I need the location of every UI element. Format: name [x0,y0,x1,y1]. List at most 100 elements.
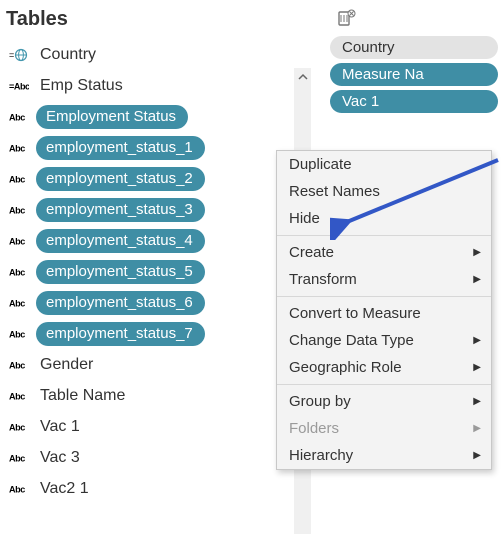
svg-text:Abc: Abc [9,391,25,401]
submenu-arrow-icon: ▶ [473,274,481,285]
abc-icon: Abc [8,295,30,311]
svg-text:Abc: Abc [9,143,25,153]
menu-item-reset-names[interactable]: Reset Names [277,178,491,205]
field-row[interactable]: Abc Vac 1 [6,411,286,442]
field-row[interactable]: =Abc Emp Status [6,70,286,101]
field-row[interactable]: Abc employment_status_2 [6,163,286,194]
shelf-pill[interactable]: Country [330,36,498,59]
menu-item-label: Convert to Measure [289,305,421,322]
field-row[interactable]: Abc Employment Status [6,101,286,132]
shelf: Country Measure Na Vac 1 [330,36,498,117]
field-list: = Country =Abc Emp Status Abc Employment Stat… [6,39,286,504]
menu-item-create[interactable]: Create ▶ [277,239,491,266]
abc-icon: =Abc [8,78,30,94]
svg-text:Abc: Abc [9,329,25,339]
svg-text:Abc: Abc [9,205,25,215]
menu-separator [277,235,491,236]
menu-item-label: Change Data Type [289,332,414,349]
submenu-arrow-icon: ▶ [473,396,481,407]
menu-item-change-data-type[interactable]: Change Data Type ▶ [277,327,491,354]
field-label: Gender [36,356,93,374]
field-label: employment_status_3 [36,198,205,222]
menu-item-label: Hide [289,210,320,227]
field-row[interactable]: = Country [6,39,286,70]
svg-text:Abc: Abc [9,453,25,463]
field-row[interactable]: Abc employment_status_1 [6,132,286,163]
menu-item-geographic-role[interactable]: Geographic Role ▶ [277,354,491,381]
svg-text:Abc: Abc [9,267,25,277]
field-row[interactable]: Abc employment_status_7 [6,318,286,349]
menu-separator [277,296,491,297]
field-label: employment_status_2 [36,167,205,191]
abc-icon: Abc [8,171,30,187]
svg-text:=: = [9,50,14,60]
field-label: Employment Status [36,105,188,129]
submenu-arrow-icon: ▶ [473,247,481,258]
field-row[interactable]: Abc employment_status_6 [6,287,286,318]
menu-separator [277,384,491,385]
globe-icon: = [8,47,30,63]
abc-icon: Abc [8,202,30,218]
shelf-pill[interactable]: Measure Na [330,63,498,86]
menu-item-label: Hierarchy [289,447,353,464]
menu-item-duplicate[interactable]: Duplicate [277,151,491,178]
abc-icon: Abc [8,326,30,342]
field-row[interactable]: Abc Vac2 1 [6,473,286,504]
svg-text:Abc: Abc [9,112,25,122]
abc-icon: Abc [8,388,30,404]
field-row[interactable]: Abc employment_status_5 [6,256,286,287]
menu-item-group-by[interactable]: Group by▶ [277,388,491,415]
menu-item-hide[interactable]: Hide [277,205,491,232]
abc-icon: Abc [8,140,30,156]
submenu-arrow-icon: ▶ [473,450,481,461]
field-row[interactable]: Abc employment_status_3 [6,194,286,225]
menu-item-convert-to-measure[interactable]: Convert to Measure [277,300,491,327]
field-label: employment_status_1 [36,136,205,160]
field-row[interactable]: Abc Gender [6,349,286,380]
clear-shelf-icon[interactable] [336,8,356,28]
svg-text:Abc: Abc [9,422,25,432]
svg-text:=Abc: =Abc [9,81,29,91]
abc-icon: Abc [8,357,30,373]
field-label: Emp Status [36,77,123,95]
menu-item-label: Folders [289,420,339,437]
shelf-pill[interactable]: Vac 1 [330,90,498,113]
field-label: Country [36,46,96,64]
data-pane: Tables = Country =Abc Emp Status Abc Employme… [6,8,286,504]
menu-item-transform[interactable]: Transform ▶ [277,266,491,293]
abc-icon: Abc [8,419,30,435]
svg-text:Abc: Abc [9,236,25,246]
svg-text:Abc: Abc [9,360,25,370]
field-row[interactable]: Abc Table Name [6,380,286,411]
abc-icon: Abc [8,264,30,280]
field-label: Vac 1 [36,418,80,436]
field-label: employment_status_7 [36,322,205,346]
menu-item-label: Reset Names [289,183,380,200]
scroll-up-button[interactable] [294,68,311,85]
submenu-arrow-icon: ▶ [473,362,481,373]
field-label: employment_status_5 [36,260,205,284]
abc-icon: Abc [8,481,30,497]
submenu-arrow-icon: ▶ [473,335,481,346]
menu-item-label: Create [289,244,334,261]
field-label: Vac 3 [36,449,80,467]
field-label: Table Name [36,387,125,405]
svg-text:Abc: Abc [9,484,25,494]
field-row[interactable]: Abc employment_status_4 [6,225,286,256]
menu-item-hierarchy[interactable]: Hierarchy ▶ [277,442,491,469]
svg-text:Abc: Abc [9,174,25,184]
svg-text:Abc: Abc [9,298,25,308]
field-label: Vac2 1 [36,480,89,498]
menu-item-folders: Folders ▶ [277,415,491,442]
field-row[interactable]: Abc Vac 3 [6,442,286,473]
submenu-arrow-icon: ▶ [473,423,481,434]
field-label: employment_status_6 [36,291,205,315]
menu-item-label: Duplicate [289,156,352,173]
menu-item-label: Transform [289,271,357,288]
abc-icon: Abc [8,233,30,249]
context-menu: DuplicateReset NamesHideCreate▶Transform… [276,150,492,470]
section-heading: Tables [6,8,286,31]
abc-icon: Abc [8,109,30,125]
menu-item-label: Geographic Role [289,359,402,376]
field-label: employment_status_4 [36,229,205,253]
